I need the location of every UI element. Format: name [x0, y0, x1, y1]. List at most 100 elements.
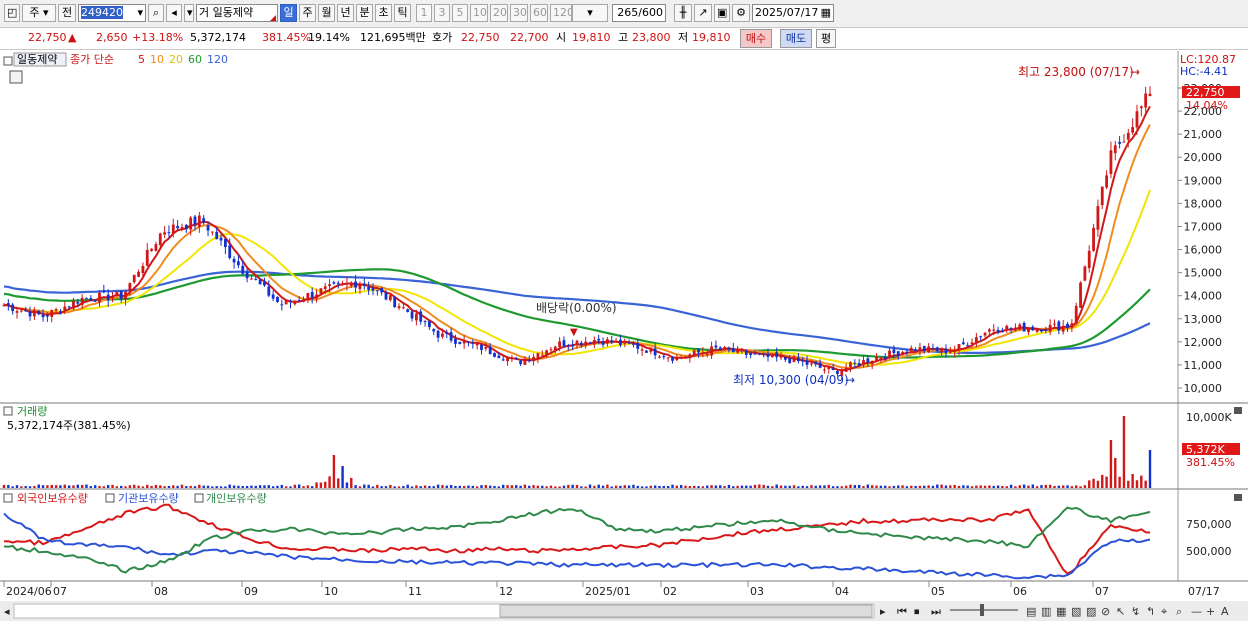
- candle-body: [15, 311, 19, 313]
- volume-bar: [289, 486, 292, 488]
- candle-body: [414, 313, 418, 321]
- volume-bar: [905, 486, 909, 488]
- period-button-4[interactable]: 분: [356, 4, 373, 22]
- minute-button-120[interactable]: 120: [550, 4, 572, 22]
- candle-body: [41, 314, 45, 318]
- window-menu-icon[interactable]: ◰: [4, 4, 20, 22]
- unit-select[interactable]: ▾: [572, 4, 608, 22]
- prev-button[interactable]: 전: [58, 4, 76, 22]
- date-value: 2025/07/17: [755, 6, 819, 19]
- candle-body: [992, 329, 996, 331]
- minute-button-3[interactable]: 3: [434, 4, 450, 22]
- candle-body: [197, 215, 201, 227]
- x-tick-label: 05: [931, 585, 945, 598]
- period-button-2[interactable]: 월: [318, 4, 335, 22]
- low-price: 19,810: [692, 31, 731, 44]
- volume-bar: [137, 485, 140, 488]
- panel-menu-icon[interactable]: [3, 56, 13, 66]
- volume-bar: [857, 484, 861, 488]
- speaker-icon[interactable]: ◂: [166, 4, 182, 22]
- candle-body: [89, 297, 93, 301]
- candle-body: [1113, 145, 1117, 154]
- candle-body: [388, 295, 392, 301]
- volume-bar: [766, 485, 770, 488]
- volume-bar: [528, 485, 531, 488]
- volume-bar: [254, 485, 257, 488]
- date-field[interactable]: 2025/07/17 ▦: [752, 4, 834, 22]
- minute-button-5[interactable]: 5: [452, 4, 468, 22]
- volume-bar: [80, 485, 84, 488]
- market-select[interactable]: 주 ▾: [22, 4, 56, 22]
- candle-body: [579, 342, 583, 345]
- gear-icon[interactable]: ⚙: [732, 4, 750, 22]
- save-icon[interactable]: ▣: [714, 4, 730, 22]
- candle-body: [1044, 329, 1048, 331]
- period-button-0[interactable]: 일: [280, 4, 297, 22]
- chevron-down-icon[interactable]: ▾: [184, 4, 194, 22]
- candle-body: [658, 356, 661, 358]
- volume-bar: [41, 485, 45, 488]
- count-total: /600: [638, 6, 663, 19]
- volume-bar: [797, 486, 800, 488]
- volume-bar: [1027, 485, 1030, 488]
- period-button-3[interactable]: 년: [337, 4, 354, 22]
- volume-bar: [927, 485, 930, 488]
- minute-button-30[interactable]: 30: [510, 4, 528, 22]
- volume-bar: [875, 485, 878, 488]
- minute-button-1[interactable]: 1: [416, 4, 432, 22]
- eval-button[interactable]: 평: [816, 29, 836, 48]
- candle-body: [1131, 127, 1135, 133]
- candle-body: [1035, 328, 1039, 332]
- minute-button-20[interactable]: 20: [490, 4, 508, 22]
- candle-body: [419, 311, 423, 322]
- candle-body: [1009, 328, 1013, 330]
- period-button-6[interactable]: 틱: [394, 4, 411, 22]
- candle-body: [597, 338, 601, 341]
- volume-bar: [666, 485, 670, 488]
- candle-body: [471, 342, 475, 344]
- candle-body: [193, 216, 197, 225]
- minute-button-10[interactable]: 10: [470, 4, 488, 22]
- candle-body: [783, 357, 787, 360]
- search-icon[interactable]: ⌕: [148, 4, 164, 22]
- volume-bar: [141, 486, 145, 488]
- legend-ma-20: 20: [169, 53, 183, 66]
- candle-body: [341, 283, 344, 285]
- period-button-1[interactable]: 주: [299, 4, 316, 22]
- x-tick-label: 2025/01: [585, 585, 631, 598]
- stock-code-input[interactable]: 249420 ▾: [78, 4, 146, 22]
- playback-icon: ⏮: [897, 605, 907, 618]
- panel-close-icon: [1234, 407, 1242, 414]
- period-button-5[interactable]: 초: [375, 4, 392, 22]
- stock-chart[interactable]: 일동제약종가 단순5102060120 23,00022,00021,00020…: [0, 51, 1248, 621]
- tool-icon: ⌖: [1161, 605, 1167, 618]
- volume-bar: [532, 485, 535, 488]
- volume-bar: [332, 455, 336, 488]
- candle-icon[interactable]: ╫: [674, 4, 692, 22]
- candle-body: [810, 363, 813, 365]
- bottom-scrollbar[interactable]: ◂ ▸ ⏮ ⏹ ⏭ ▤ ▥ ▦ ▧ ▨ ⊘ ↖ ↯ ↰ ⌖ ⌕ — + A: [0, 601, 1248, 621]
- candle-body: [1061, 325, 1065, 332]
- grid-toggle-icon[interactable]: [9, 70, 23, 84]
- minute-button-60[interactable]: 60: [530, 4, 548, 22]
- ask-price: 22,750: [461, 31, 500, 44]
- volume-bar: [571, 484, 574, 488]
- candle-body: [862, 360, 865, 366]
- candle-body: [592, 340, 596, 345]
- candle-body: [401, 307, 405, 309]
- candle-body: [406, 309, 410, 312]
- draw-tool-icon[interactable]: ↗: [694, 4, 712, 22]
- candle-body: [467, 341, 470, 343]
- volume-bar: [701, 486, 705, 488]
- buy-button[interactable]: 매수: [740, 29, 772, 48]
- candle-body: [332, 282, 336, 284]
- candle-body: [974, 337, 978, 344]
- stock-name-field[interactable]: 거 일동제약: [196, 4, 278, 22]
- count-field[interactable]: 265/600: [612, 4, 666, 22]
- volume-bar: [93, 485, 97, 488]
- candle-body: [436, 330, 440, 338]
- volume-title: 거래량: [17, 405, 47, 418]
- sell-button[interactable]: 매도: [780, 29, 812, 48]
- volume-bar: [784, 485, 787, 488]
- candle-body: [762, 353, 766, 355]
